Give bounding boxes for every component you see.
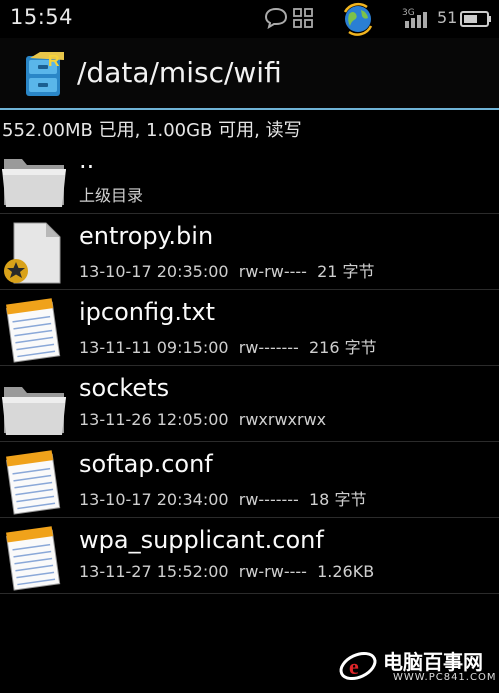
battery-level: 51 bbox=[437, 8, 458, 27]
battery-icon bbox=[460, 11, 491, 27]
file-cabinet-icon[interactable]: R bbox=[18, 48, 70, 100]
file-meta: 上级目录 bbox=[79, 186, 144, 205]
binary-file-icon bbox=[4, 222, 61, 284]
file-list: .. 上级目录 entropy.bin 13-10-17 20:35:00 rw… bbox=[0, 138, 499, 594]
globe-sync-icon bbox=[343, 2, 373, 36]
path-bar: R /data/misc/wifi bbox=[0, 38, 499, 110]
file-meta: 13-10-17 20:35:00 rw-rw---- 21 字节 bbox=[79, 262, 375, 281]
watermark-logo-icon: e bbox=[339, 651, 377, 681]
signal-3g-icon bbox=[405, 12, 427, 28]
list-item[interactable]: entropy.bin 13-10-17 20:35:00 rw-rw---- … bbox=[0, 214, 499, 290]
current-path: /data/misc/wifi bbox=[77, 56, 282, 89]
list-item[interactable]: .. 上级目录 bbox=[0, 138, 499, 214]
file-name: sockets bbox=[79, 374, 170, 402]
text-file-icon bbox=[6, 298, 61, 363]
text-file-icon bbox=[6, 450, 61, 515]
watermark-text: 电脑百事网 bbox=[383, 650, 483, 674]
watermark: e 电脑百事网 WWW.PC841.COM bbox=[335, 643, 495, 689]
file-name: wpa_supplicant.conf bbox=[79, 526, 324, 554]
status-time: 15:54 bbox=[10, 5, 74, 29]
chat-bubble-icon bbox=[264, 7, 288, 29]
svg-text:e: e bbox=[349, 654, 359, 679]
svg-text:R: R bbox=[48, 53, 60, 70]
list-item[interactable]: ipconfig.txt 13-11-11 09:15:00 rw-------… bbox=[0, 290, 499, 366]
status-bar: 15:54 3G 51 bbox=[0, 0, 499, 38]
grid-icon bbox=[293, 8, 313, 28]
list-item[interactable]: softap.conf 13-10-17 20:34:00 rw------- … bbox=[0, 442, 499, 518]
file-name: .. bbox=[79, 146, 95, 174]
file-name: ipconfig.txt bbox=[79, 298, 215, 326]
file-name: softap.conf bbox=[79, 450, 213, 478]
watermark-url: WWW.PC841.COM bbox=[393, 672, 497, 683]
folder-icon bbox=[2, 387, 66, 435]
text-file-icon bbox=[6, 526, 61, 591]
file-meta: 13-11-11 09:15:00 rw------- 216 字节 bbox=[79, 338, 377, 357]
folder-icon bbox=[2, 159, 66, 207]
file-meta: 13-11-26 12:05:00 rwxrwxrwx bbox=[79, 410, 327, 429]
file-meta: 13-10-17 20:34:00 rw------- 18 字节 bbox=[79, 490, 367, 509]
list-item[interactable]: wpa_supplicant.conf 13-11-27 15:52:00 rw… bbox=[0, 518, 499, 594]
file-meta: 13-11-27 15:52:00 rw-rw---- 1.26KB bbox=[79, 562, 375, 581]
list-item[interactable]: sockets 13-11-26 12:05:00 rwxrwxrwx bbox=[0, 366, 499, 442]
file-name: entropy.bin bbox=[79, 222, 214, 250]
screen: 15:54 3G 51 R /data/misc/wifi 552.00MB 已… bbox=[0, 0, 499, 693]
